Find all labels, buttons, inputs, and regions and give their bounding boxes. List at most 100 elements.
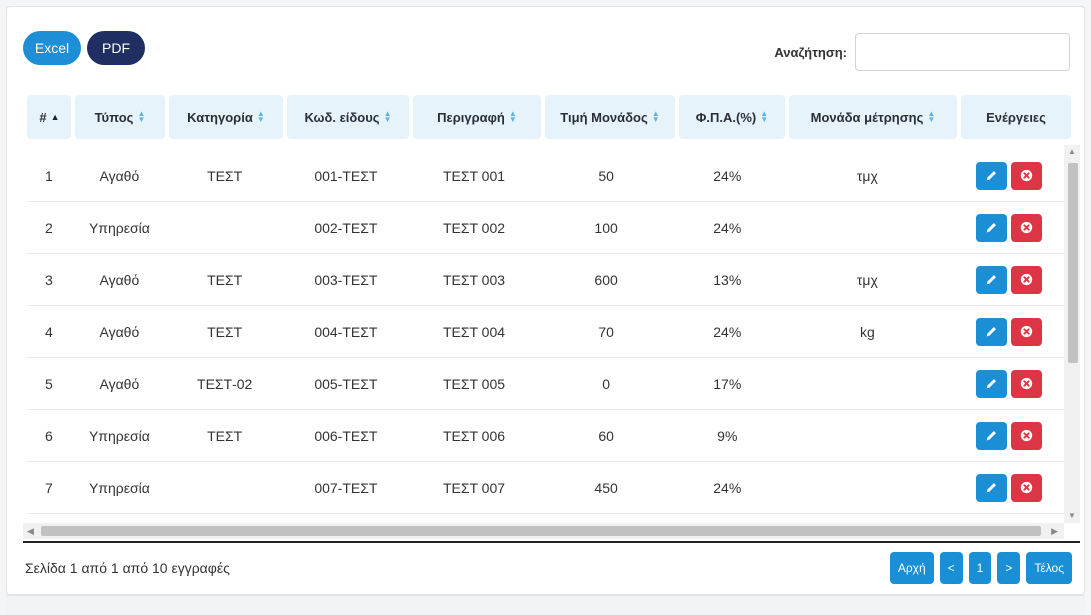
column-header-category[interactable]: Κατηγορία ▲ ▼: [169, 95, 283, 139]
cell-description: ΤΕΣΤ 001: [442, 167, 506, 184]
table-row: 2 Υπηρεσία 002-ΤΕΣΤ ΤΕΣΤ 002 100 24%: [27, 202, 1064, 254]
cell-vat: 17%: [713, 375, 742, 392]
column-header-label: Τιμή Μονάδος: [560, 109, 648, 125]
delete-button[interactable]: [1011, 265, 1043, 294]
cell-unit: [784, 410, 951, 461]
cell-description: ΤΕΣΤ 007: [442, 479, 506, 496]
cell-unit: [784, 202, 951, 253]
cell-description: ΤΕΣΤ 002: [442, 219, 506, 236]
cell-category: ΤΕΣΤ: [207, 271, 243, 288]
cell-unit-price: 600: [594, 271, 618, 288]
edit-button[interactable]: [976, 369, 1008, 398]
column-header-label: Κατηγορία: [187, 109, 253, 125]
cell-category: [168, 202, 281, 253]
next-page-button[interactable]: >: [997, 552, 1021, 584]
cell-vat: 9%: [717, 427, 738, 444]
column-header-description[interactable]: Περιγραφή ▲ ▼: [413, 95, 541, 139]
column-header-unit[interactable]: Μονάδα μέτρησης ▲ ▼: [789, 95, 957, 139]
cell-description: ΤΕΣΤ 004: [442, 323, 506, 340]
column-header-actions: Ενέργειες: [961, 95, 1071, 139]
table-bottom-divider: [23, 541, 1080, 543]
pencil-icon: [987, 223, 997, 233]
edit-button[interactable]: [976, 421, 1008, 450]
cell-actions: [955, 150, 1064, 201]
pencil-icon: [987, 171, 997, 181]
table-body[interactable]: 1 Αγαθό ΤΕΣΤ 001-ΤΕΣΤ ΤΕΣΤ 001 50 24% τμ…: [23, 145, 1082, 523]
cell-category: ΤΕΣΤ-02: [197, 375, 253, 392]
column-header-label: Ενέργειες: [986, 109, 1046, 125]
cell-code: 007-ΤΕΣΤ: [314, 479, 378, 496]
search-input[interactable]: [855, 33, 1070, 71]
column-header-code[interactable]: Κωδ. είδους ▲ ▼: [287, 95, 409, 139]
delete-button[interactable]: [1011, 161, 1043, 190]
cell-unit-price: 0: [602, 375, 610, 392]
column-header-type[interactable]: Τύπος ▲ ▼: [75, 95, 165, 139]
edit-button[interactable]: [976, 473, 1008, 502]
delete-button[interactable]: [1011, 369, 1043, 398]
cell-type: Υπηρεσία: [88, 427, 150, 444]
cell-code: 003-ΤΕΣΤ: [314, 271, 378, 288]
cell-vat: 13%: [713, 271, 742, 288]
delete-button[interactable]: [1011, 473, 1043, 502]
pdf-export-button[interactable]: PDF: [87, 31, 145, 65]
delete-button[interactable]: [1011, 213, 1043, 242]
cell-unit: τμχ: [856, 271, 878, 288]
sort-icon: ▲ ▼: [137, 109, 146, 124]
cell-unit: τμχ: [856, 167, 878, 184]
horizontal-scrollbar[interactable]: ◀ ▶: [23, 523, 1064, 539]
cell-unit: [784, 358, 951, 409]
close-circle-icon: [1021, 169, 1033, 182]
column-header-vat[interactable]: Φ.Π.Α.(%) ▲ ▼: [679, 95, 785, 139]
close-circle-icon: [1021, 221, 1033, 234]
cell-actions: [955, 358, 1064, 409]
scroll-up-arrow-icon[interactable]: ▲: [1067, 147, 1077, 156]
scroll-down-arrow-icon[interactable]: ▼: [1067, 511, 1077, 520]
edit-button[interactable]: [976, 213, 1008, 242]
excel-export-button[interactable]: Excel: [23, 31, 81, 65]
cell-unit-price: 450: [594, 479, 618, 496]
cell-number: 5: [44, 375, 53, 392]
first-page-button[interactable]: Αρχή: [889, 552, 934, 584]
column-header-label: Μονάδα μέτρησης: [810, 109, 924, 125]
edit-button[interactable]: [976, 265, 1008, 294]
table-row: 6 Υπηρεσία ΤΕΣΤ 006-ΤΕΣΤ ΤΕΣΤ 006 60 9%: [27, 410, 1064, 462]
scroll-right-arrow-icon[interactable]: ▶: [1051, 526, 1058, 537]
vertical-scrollbar-thumb[interactable]: [1068, 163, 1078, 363]
cell-description: ΤΕΣΤ 006: [442, 427, 506, 444]
scroll-left-arrow-icon[interactable]: ◀: [27, 526, 34, 537]
page-footer: [6, 595, 1085, 615]
column-header-number[interactable]: # ▲: [27, 95, 71, 139]
close-circle-icon: [1021, 429, 1033, 442]
column-header-label: Φ.Π.Α.(%): [695, 109, 757, 125]
pagination-info: Σελίδα 1 από 1 από 10 εγγραφές: [25, 560, 230, 576]
page-1-button[interactable]: 1: [968, 552, 992, 584]
last-page-button[interactable]: Τέλος: [1026, 552, 1072, 584]
cell-number: 2: [44, 219, 53, 236]
cell-actions: [955, 254, 1064, 305]
cell-vat: 24%: [713, 323, 742, 340]
cell-number: 4: [44, 323, 53, 340]
export-toolbar: Excel PDF: [23, 31, 145, 67]
horizontal-scrollbar-thumb[interactable]: [41, 526, 1041, 536]
cell-vat: 24%: [713, 167, 742, 184]
cell-code: 001-ΤΕΣΤ: [314, 167, 378, 184]
edit-button[interactable]: [976, 161, 1008, 190]
edit-button[interactable]: [976, 317, 1008, 346]
cell-actions: [955, 462, 1064, 513]
cell-code: 002-ΤΕΣΤ: [314, 219, 378, 236]
delete-button[interactable]: [1011, 317, 1043, 346]
cell-actions: [955, 202, 1064, 253]
cell-type: Αγαθό: [99, 167, 140, 184]
table-row: 5 Αγαθό ΤΕΣΤ-02 005-ΤΕΣΤ ΤΕΣΤ 005 0 17%: [27, 358, 1064, 410]
cell-category: ΤΕΣΤ: [207, 323, 243, 340]
cell-number: 3: [44, 271, 53, 288]
cell-number: 7: [44, 479, 53, 496]
close-circle-icon: [1021, 481, 1033, 494]
delete-button[interactable]: [1011, 421, 1043, 450]
vertical-scrollbar[interactable]: ▲ ▼: [1064, 145, 1080, 523]
previous-page-button[interactable]: <: [939, 552, 963, 584]
cell-actions: [955, 410, 1064, 461]
column-header-label: Τύπος: [94, 109, 134, 125]
table-row: 7 Υπηρεσία 007-ΤΕΣΤ ΤΕΣΤ 007 450 24%: [27, 462, 1064, 514]
column-header-unit-price[interactable]: Τιμή Μονάδος ▲ ▼: [545, 95, 675, 139]
